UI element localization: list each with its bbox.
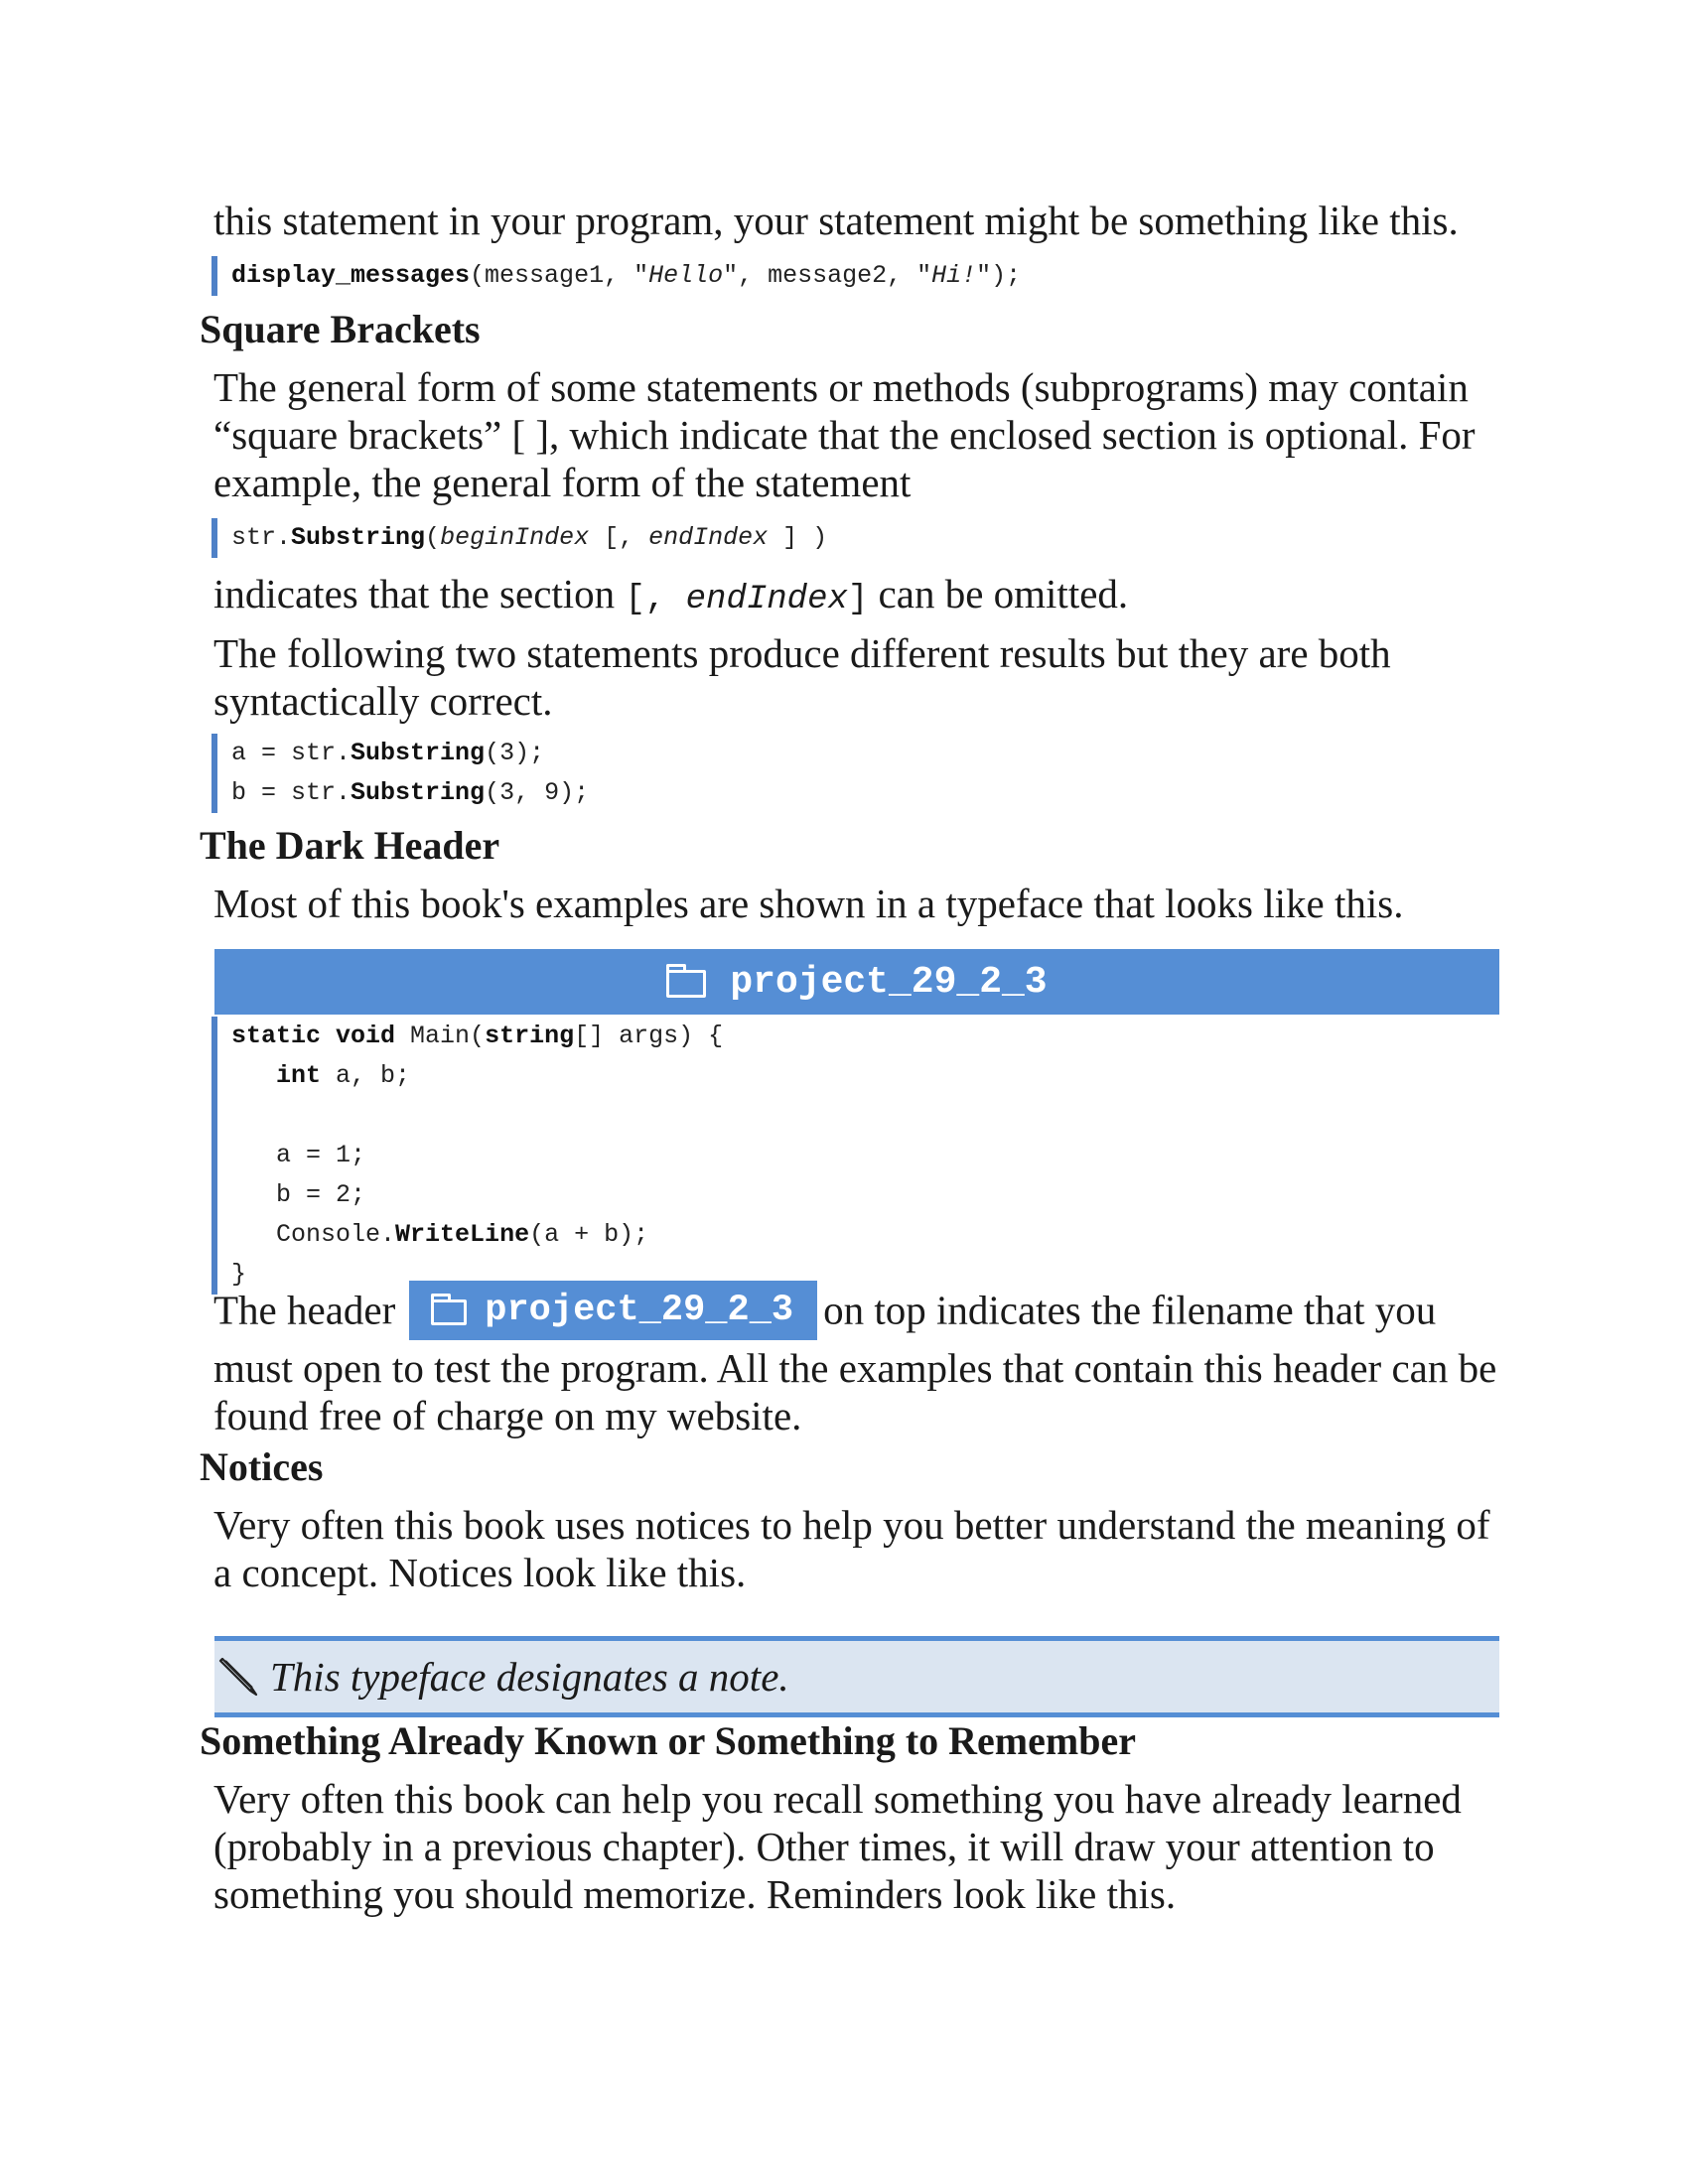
code-token: ] )	[768, 523, 828, 552]
code-token: str.	[231, 523, 292, 552]
code-token: static	[231, 1022, 322, 1050]
code-token: b = str.	[231, 778, 352, 807]
code-token: Console.	[276, 1220, 396, 1249]
text-run: can be omitted.	[868, 571, 1129, 616]
code-token: (3);	[485, 739, 545, 767]
code-token: Hi!	[931, 261, 977, 290]
header-explanation-paragraph: The header project_29_2_3 on top indicates…	[213, 1281, 1504, 1439]
code-token: a = str.	[231, 739, 352, 767]
code-token: string	[485, 1022, 575, 1050]
code-substring-form: str.Substring(beginIndex [, endIndex ] )	[211, 518, 827, 558]
note-text: This typeface designates a note.	[270, 1654, 789, 1700]
inline-filename-header: project_29_2_3	[409, 1281, 818, 1340]
filename-label: project_29_2_3	[485, 1290, 794, 1331]
code-token: ");	[976, 261, 1022, 290]
pencil-icon	[218, 1657, 258, 1697]
heading-dark-header: The Dark Header	[200, 823, 500, 868]
remember-paragraph: Very often this book can help you recall…	[213, 1776, 1462, 1917]
folder-icon	[666, 964, 707, 998]
code-token: endIndex	[648, 523, 769, 552]
code-token: Substring	[351, 739, 486, 767]
code-display-messages: display_messages(message1, "Hello", mess…	[211, 256, 1021, 296]
code-token: void	[336, 1022, 396, 1050]
square-brackets-paragraph: The general form of some statements or m…	[213, 364, 1476, 505]
code-token: [] args) {	[574, 1022, 724, 1050]
code-token: ]	[847, 581, 869, 618]
code-token: ", message2, "	[723, 261, 932, 290]
code-main-program: static void Main(string[] args) { int a,…	[211, 1017, 723, 1295]
code-token: display_messages	[231, 261, 471, 290]
code-substring-examples: a = str.Substring(3); b = str.Substring(…	[211, 734, 589, 813]
heading-remember: Something Already Known or Something to …	[200, 1718, 1136, 1763]
text-run: on top indicates the filename that you m…	[213, 1287, 1497, 1438]
code-token: [,	[589, 523, 649, 552]
folder-icon	[431, 1294, 468, 1325]
text-run: The header	[213, 1287, 396, 1333]
code-token: b = 2;	[276, 1180, 366, 1209]
text-run: indicates that the section	[213, 571, 626, 616]
filename-header-bar: project_29_2_3	[214, 949, 1499, 1015]
document-page: this statement in your program, your sta…	[0, 0, 1688, 2184]
code-token: Main(	[395, 1022, 486, 1050]
dark-header-paragraph: Most of this book's examples are shown i…	[213, 881, 1404, 926]
heading-square-brackets: Square Brackets	[200, 307, 481, 351]
code-token: (3, 9);	[485, 778, 590, 807]
code-token: beginIndex	[440, 523, 590, 552]
code-token: WriteLine	[395, 1220, 530, 1249]
code-token: [,	[625, 581, 686, 618]
code-token: int	[276, 1061, 322, 1090]
two-statements-paragraph: The following two statements produce dif…	[213, 630, 1391, 724]
code-token: Hello	[648, 261, 724, 290]
code-token: (message1, "	[470, 261, 649, 290]
omitted-section-paragraph: indicates that the section [, endIndex] …	[213, 570, 1504, 623]
code-token: Substring	[291, 523, 426, 552]
code-token: (a + b);	[529, 1220, 649, 1249]
heading-notices: Notices	[200, 1444, 324, 1489]
intro-paragraph: this statement in your program, your sta…	[213, 198, 1459, 243]
code-token: a = 1;	[276, 1141, 366, 1169]
notices-paragraph: Very often this book uses notices to hel…	[213, 1502, 1490, 1595]
note-box: This typeface designates a note.	[214, 1636, 1499, 1717]
inline-code: [, endIndex]	[625, 581, 868, 618]
code-token: (	[425, 523, 441, 552]
code-token: Substring	[351, 778, 486, 807]
code-token: endIndex	[685, 581, 848, 618]
code-token: a, b;	[321, 1061, 411, 1090]
filename-label: project_29_2_3	[730, 960, 1048, 1004]
